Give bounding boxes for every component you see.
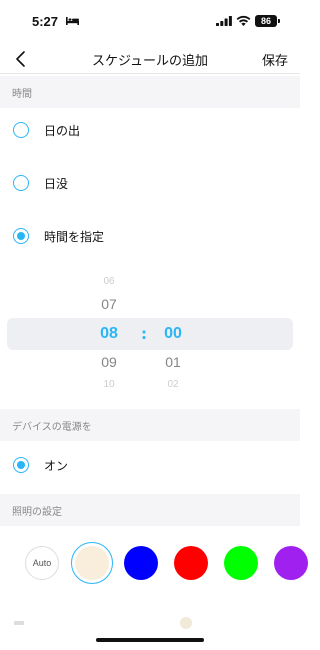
minute-option-selected[interactable]: 00 [158, 325, 188, 343]
save-button[interactable]: 保存 [262, 50, 288, 69]
color-swatch-red[interactable] [174, 546, 208, 580]
status-time: 5:27 [32, 14, 59, 29]
color-swatch-auto[interactable]: Auto [25, 546, 59, 580]
light-color-row: Auto [0, 540, 308, 588]
radio-option-sunset[interactable]: 日没 [0, 163, 300, 203]
hour-wheel[interactable]: 06 07 08 09 10 [94, 268, 124, 398]
hour-option[interactable]: 07 [94, 296, 124, 312]
radio-button-checked[interactable] [13, 228, 29, 244]
radio-option-sunrise[interactable]: 日の出 [0, 110, 300, 150]
battery-tip [278, 19, 280, 23]
time-picker[interactable]: 06 07 08 09 10 : 00 01 02 [0, 268, 300, 398]
section-header-time: 時間 [0, 76, 300, 108]
radio-option-on[interactable]: オン [0, 445, 300, 485]
section-header-label: 時間 [12, 89, 32, 100]
section-header-power: デバイスの電源を [0, 409, 300, 441]
color-swatch-warm-white[interactable] [75, 546, 109, 580]
status-bar: 5:27 86 [0, 0, 300, 44]
radio-label: 日没 [44, 177, 69, 191]
radio-label: 時間を指定 [44, 230, 105, 244]
minute-option[interactable]: 01 [158, 354, 188, 370]
radio-button[interactable] [13, 175, 29, 191]
radio-option-specific-time[interactable]: 時間を指定 [0, 216, 300, 256]
battery-indicator: 86 [255, 15, 277, 27]
section-header-lighting: 照明の設定 [0, 494, 300, 526]
color-swatch-green[interactable] [224, 546, 258, 580]
brightness-row-partial [0, 612, 300, 629]
picker-selection-band [7, 318, 293, 350]
section-header-label: 照明の設定 [12, 507, 62, 518]
brightness-icon [14, 621, 24, 625]
bed-icon [66, 17, 79, 25]
wifi-icon [236, 15, 251, 26]
signal-icon [216, 16, 232, 26]
time-separator: : [141, 325, 147, 343]
home-indicator [96, 638, 204, 642]
color-swatch-blue[interactable] [124, 546, 158, 580]
hour-option-selected[interactable]: 08 [94, 325, 124, 343]
hour-option[interactable]: 09 [94, 354, 124, 370]
minute-wheel[interactable]: 00 01 02 [158, 268, 188, 398]
hour-option[interactable]: 10 [94, 379, 124, 390]
page-title: スケジュールの追加 [91, 54, 209, 69]
radio-label: 日の出 [44, 124, 81, 138]
color-swatch-purple[interactable] [274, 546, 308, 580]
minute-option[interactable]: 02 [158, 379, 188, 390]
section-header-label: デバイスの電源を [12, 422, 92, 433]
radio-label: オン [44, 459, 69, 473]
nav-bar: スケジュールの追加 保存 [0, 44, 300, 74]
radio-button-checked[interactable] [13, 457, 29, 473]
hour-option[interactable]: 06 [94, 276, 124, 287]
slider-thumb[interactable] [180, 617, 192, 629]
radio-button[interactable] [13, 122, 29, 138]
